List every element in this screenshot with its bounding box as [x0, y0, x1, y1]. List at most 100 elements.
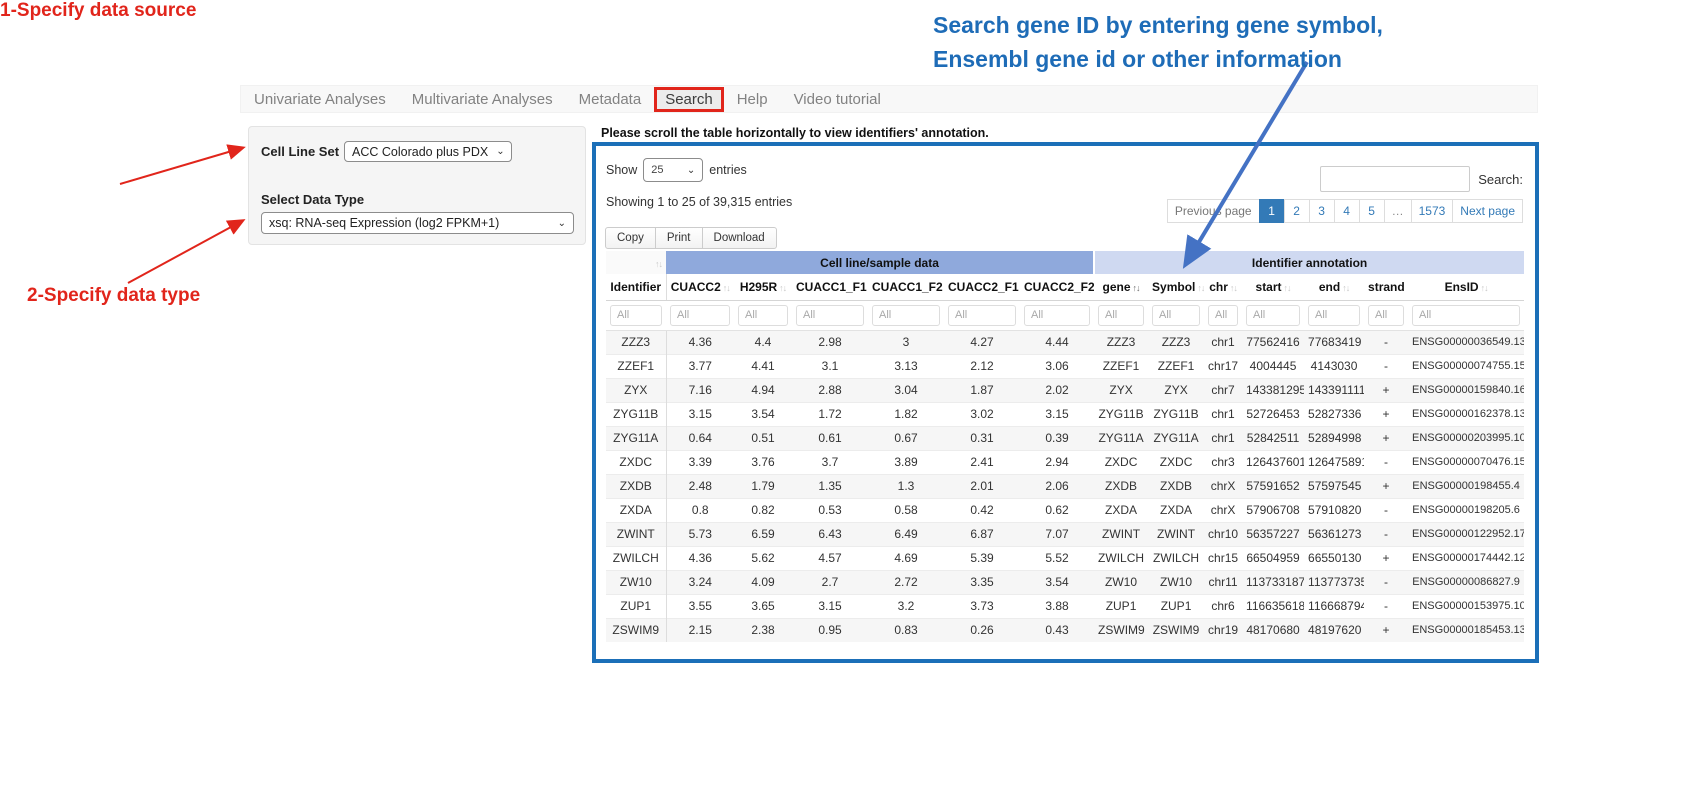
column-header-label: CUACC2 — [671, 280, 721, 294]
table-row-zup1[interactable]: ZUP13.553.653.153.23.733.88ZUP1ZUP1chr61… — [606, 594, 1524, 618]
page-button-2[interactable]: 2 — [1284, 199, 1310, 223]
filter-input-strand[interactable] — [1368, 305, 1404, 326]
filter-input-cuacc2_f1[interactable] — [948, 305, 1016, 326]
data-type-select[interactable]: xsq: RNA-seq Expression (log2 FPKM+1) ⌄ — [261, 212, 574, 234]
filter-input-chr[interactable] — [1208, 305, 1238, 326]
filter-input-identifier[interactable] — [610, 305, 662, 326]
group-header-sort[interactable]: ↑↓ — [606, 251, 666, 274]
filter-input-ensid[interactable] — [1412, 305, 1520, 326]
table-row-zxdb[interactable]: ZXDB2.481.791.351.32.012.06ZXDBZXDBchrX5… — [606, 474, 1524, 498]
next-page-button[interactable]: Next page — [1452, 199, 1523, 223]
table-row-zxdc[interactable]: ZXDC3.393.763.73.892.412.94ZXDCZXDCchr31… — [606, 450, 1524, 474]
table-row-zswim9[interactable]: ZSWIM92.152.380.950.830.260.43ZSWIM9ZSWI… — [606, 618, 1524, 642]
nav-item-metadata[interactable]: Metadata — [566, 87, 655, 112]
previous-page-button[interactable]: Previous page — [1167, 199, 1260, 223]
cell-end: 77683419 — [1304, 330, 1364, 354]
filter-input-end[interactable] — [1308, 305, 1360, 326]
column-header-ensid[interactable]: EnsID↑↓ — [1408, 274, 1524, 300]
table-row-zyg11b[interactable]: ZYG11B3.153.541.721.823.023.15ZYG11BZYG1… — [606, 402, 1524, 426]
page-length-select[interactable]: 25 ⌄ — [643, 158, 703, 182]
cell-start: 52726453 — [1242, 402, 1304, 426]
column-header-cuacc2[interactable]: CUACC2↑↓ — [666, 274, 734, 300]
filter-input-cuacc1_f2[interactable] — [872, 305, 940, 326]
cell-symbol: ZZEF1 — [1148, 354, 1204, 378]
column-header-cuacc1_f2[interactable]: CUACC1_F2↑↓ — [868, 274, 944, 300]
cell-cuacc2_f2: 2.06 — [1020, 474, 1094, 498]
cell-symbol: ZYX — [1148, 378, 1204, 402]
cell-strand: + — [1364, 402, 1408, 426]
column-header-identifier[interactable]: Identifier — [606, 274, 666, 300]
cell-chr: chrX — [1204, 474, 1242, 498]
print-button[interactable]: Print — [655, 227, 703, 249]
copy-button[interactable]: Copy — [605, 227, 656, 249]
table-row-zzz3[interactable]: ZZZ34.364.42.9834.274.44ZZZ3ZZZ3chr17756… — [606, 330, 1524, 354]
table-row-zwint[interactable]: ZWINT5.736.596.436.496.877.07ZWINTZWINTc… — [606, 522, 1524, 546]
cell-cuacc1_f2: 0.67 — [868, 426, 944, 450]
cell-h295r: 3.54 — [734, 402, 792, 426]
table-row-zw10[interactable]: ZW103.244.092.72.723.353.54ZW10ZW10chr11… — [606, 570, 1524, 594]
table-row-zyg11a[interactable]: ZYG11A0.640.510.610.670.310.39ZYG11AZYG1… — [606, 426, 1524, 450]
filter-input-cuacc2[interactable] — [670, 305, 730, 326]
page-ellipsis[interactable]: … — [1384, 199, 1412, 223]
nav-item-search[interactable]: Search — [654, 87, 724, 112]
nav-item-multivariate-analyses[interactable]: Multivariate Analyses — [399, 87, 566, 112]
page-button-4[interactable]: 4 — [1334, 199, 1360, 223]
cell-chr: chr19 — [1204, 618, 1242, 642]
page-button-1573[interactable]: 1573 — [1411, 199, 1454, 223]
showing-entries-text: Showing 1 to 25 of 39,315 entries — [606, 195, 792, 209]
filter-input-start[interactable] — [1246, 305, 1300, 326]
cell-chr: chr10 — [1204, 522, 1242, 546]
cell-strand: - — [1364, 498, 1408, 522]
column-header-strand[interactable]: strand↑↓ — [1364, 274, 1408, 300]
cell-cuacc1_f1: 0.61 — [792, 426, 868, 450]
column-header-chr[interactable]: chr↑↓ — [1204, 274, 1242, 300]
table-row-zyx[interactable]: ZYX7.164.942.883.041.872.02ZYXZYXchr7143… — [606, 378, 1524, 402]
sidebar-panel: Cell Line Set ACC Colorado plus PDX ⌄ Se… — [248, 126, 586, 245]
table-group-header-row: ↑↓Cell line/sample dataIdentifier annota… — [606, 251, 1524, 274]
filter-input-gene[interactable] — [1098, 305, 1144, 326]
filter-input-cuacc2_f2[interactable] — [1024, 305, 1090, 326]
column-header-end[interactable]: end↑↓ — [1304, 274, 1364, 300]
cell-symbol: ZYG11A — [1148, 426, 1204, 450]
cell-end: 126475891 — [1304, 450, 1364, 474]
column-header-start[interactable]: start↑↓ — [1242, 274, 1304, 300]
column-header-cuacc1_f1[interactable]: CUACC1_F1↑↓ — [792, 274, 868, 300]
filter-input-symbol[interactable] — [1152, 305, 1200, 326]
filter-input-cuacc1_f1[interactable] — [796, 305, 864, 326]
download-button[interactable]: Download — [702, 227, 777, 249]
entries-label: entries — [709, 163, 747, 177]
table-row-zxda[interactable]: ZXDA0.80.820.530.580.420.62ZXDAZXDAchrX5… — [606, 498, 1524, 522]
column-header-cuacc2_f1[interactable]: CUACC2_F1↑↓ — [944, 274, 1020, 300]
table-search-input[interactable] — [1320, 166, 1470, 192]
cell-line-set-select[interactable]: ACC Colorado plus PDX ⌄ — [344, 141, 512, 162]
nav-item-video-tutorial[interactable]: Video tutorial — [781, 87, 894, 112]
data-type-label: Select Data Type — [261, 192, 573, 207]
cell-end: 113773735 — [1304, 570, 1364, 594]
column-header-label: Identifier — [610, 280, 661, 294]
table-row-zzef1[interactable]: ZZEF13.774.413.13.132.123.06ZZEF1ZZEF1ch… — [606, 354, 1524, 378]
scroll-hint-text: Please scroll the table horizontally to … — [601, 126, 989, 140]
table-row-zwilch[interactable]: ZWILCH4.365.624.574.695.395.52ZWILCHZWIL… — [606, 546, 1524, 570]
column-header-cuacc2_f2[interactable]: CUACC2_F2↑↓ — [1020, 274, 1094, 300]
cell-start: 77562416 — [1242, 330, 1304, 354]
cell-cuacc2_f1: 4.27 — [944, 330, 1020, 354]
cell-end: 57910820 — [1304, 498, 1364, 522]
column-header-gene[interactable]: gene↑↓ — [1094, 274, 1148, 300]
show-label: Show — [606, 163, 637, 177]
cell-chr: chr15 — [1204, 546, 1242, 570]
cell-cuacc2_f2: 0.39 — [1020, 426, 1094, 450]
filter-input-h295r[interactable] — [738, 305, 788, 326]
cell-gene: ZXDA — [1094, 498, 1148, 522]
column-header-symbol[interactable]: Symbol↑↓ — [1148, 274, 1204, 300]
nav-item-help[interactable]: Help — [724, 87, 781, 112]
column-header-h295r[interactable]: H295R↑↓ — [734, 274, 792, 300]
sort-icon: ↑↓ — [1284, 283, 1291, 293]
page-button-5[interactable]: 5 — [1359, 199, 1385, 223]
nav-item-univariate-analyses[interactable]: Univariate Analyses — [241, 87, 399, 112]
cell-cuacc1_f1: 1.72 — [792, 402, 868, 426]
cell-start: 56357227 — [1242, 522, 1304, 546]
page-button-1[interactable]: 1 — [1259, 199, 1285, 223]
cell-h295r: 4.41 — [734, 354, 792, 378]
cell-end: 56361273 — [1304, 522, 1364, 546]
page-button-3[interactable]: 3 — [1309, 199, 1335, 223]
